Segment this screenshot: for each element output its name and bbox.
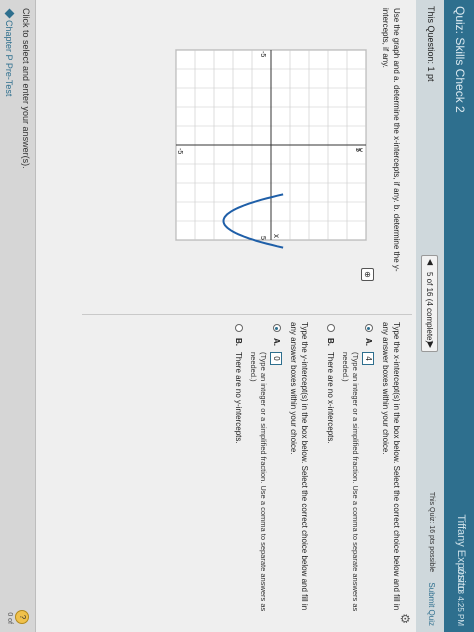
chapter-link-label[interactable]: Chapter P Pre-Test [4,20,14,96]
part-a-choice-a[interactable]: A. 4 [362,322,374,622]
x-intercept-input[interactable]: 4 [362,352,374,365]
submit-quiz-button[interactable]: Submit Quiz [427,582,436,626]
panel-divider [82,314,412,315]
part-a-choice-b-text: There are no x-intercepts. [326,352,335,444]
part-a-hint: (Type an integer or a simplified fractio… [341,352,360,612]
footer-bar: Click to select and enter your answer(s)… [0,0,36,632]
part-b-hint: (Type an integer or a simplified fractio… [249,352,268,612]
tick-label: -5 [176,148,183,154]
datetime: 2/17/18 4:25 PM [456,567,465,626]
part-a-radio-a[interactable] [365,324,373,332]
tick-label: -5 [259,51,266,57]
part-b-choice-b[interactable]: B. There are no y-intercepts. [232,322,244,622]
quiz-title: Quiz: Skills Check 2 [453,6,467,113]
page-indicator: 0 of [6,612,13,624]
part-a-letter-a: A. [364,338,373,346]
footer-hint: Click to select and enter your answer(s)… [21,8,31,169]
pager-count[interactable]: 5 of 16 (4 complete) [425,272,434,343]
right-triangle-icon[interactable]: ▶ [426,342,435,348]
question-pager[interactable]: ◀ 5 of 16 (4 complete) ▶ [421,255,438,352]
tick-label: 5 [354,148,361,152]
part-a-choice-b[interactable]: B. There are no x-intercepts. [324,322,336,622]
part-a-prompt: Type the x-intercept(s) in the box below… [381,322,401,611]
app-screen: Quiz: Skills Check 2 Tiffany Expósito 2/… [0,0,474,632]
tick-label: 5 [259,236,266,240]
chapter-link[interactable]: Chapter P Pre-Test [4,8,15,96]
question-points-label: This Question: 1 pt [426,6,436,82]
part-b-radio-a[interactable] [273,324,281,332]
part-a-letter-b: B. [326,338,335,346]
y-intercept-input[interactable]: 0 [270,352,282,365]
magnify-icon[interactable]: ⊕ [361,268,374,281]
problem-instruction: Use the graph and a. determine the x-int… [381,8,401,272]
left-triangle-icon[interactable]: ◀ [426,259,435,265]
diamond-icon [4,8,15,19]
part-b-letter-b: B. [234,338,243,346]
question-bar: This Question: 1 pt ◀ 5 of 16 (4 complet… [415,0,444,632]
part-b-radio-b[interactable] [235,324,243,332]
part-b-letter-a: A. [272,338,281,346]
part-b-choice-a[interactable]: A. 0 [270,322,282,622]
question-icon[interactable]: ? [15,610,29,624]
part-b-prompt: Type the y-intercept(s) in the box below… [289,322,309,611]
title-bar: Quiz: Skills Check 2 Tiffany Expósito 2/… [444,0,474,632]
answer-panel: Type the x-intercept(s) in the box below… [232,322,402,622]
part-b-choice-b-text: There are no y-intercepts. [234,352,243,444]
quiz-score: This Quiz: 16 pts possible [428,491,435,572]
question-content: ⚙ Use the graph and a. determine the x-i… [36,0,416,632]
function-graph: x y 5 -5 5 -5 [166,40,376,250]
x-axis-label: x [272,234,281,238]
part-a-radio-b[interactable] [327,324,335,332]
graph-svg: xy5-55-5 [175,49,367,249]
